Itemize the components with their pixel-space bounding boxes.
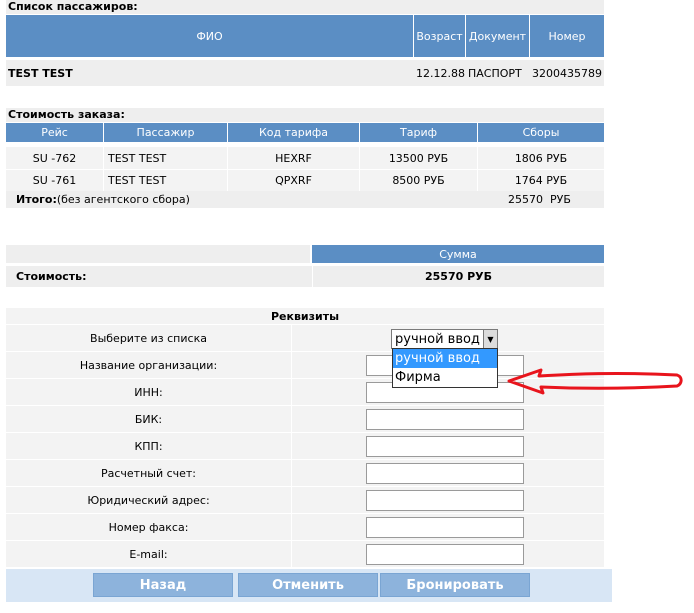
field-label: КПП: [6,433,292,459]
requisites-title: Реквизиты [6,308,604,325]
table-row: SU -762 TEST TEST HEXRF 13500 РУБ 1806 Р… [6,147,604,169]
field-label: E-mail: [6,541,292,567]
order-cost-title: Стоимость заказа: [6,108,604,122]
fees-value: 1806 РУБ [514,151,568,165]
field-row: КПП: [6,433,604,460]
email-input[interactable] [366,544,524,565]
total-note: (без агентского сбора) [56,193,190,206]
order-cost-header-row: Рейс Пассажир Код тарифа Тариф Сборы [6,123,604,142]
passenger-name: TEST TEST [8,66,73,80]
select-label: Выберите из списка [6,325,292,351]
col-fare-code: Код тарифа [228,123,360,142]
col-document: Документ [466,15,530,57]
passengers-header-row: ФИО Возраст Документ Номер [6,15,604,57]
flight-passenger: TEST TEST [104,147,228,169]
total-row: Итого: (без агентского сбора) 25570 РУБ [6,191,604,208]
back-button[interactable]: Назад [93,573,233,597]
kpp-input[interactable] [366,436,524,457]
dropdown-option-firm[interactable]: Фирма [393,368,497,387]
flight-passenger: TEST TEST [104,170,228,191]
flight-number: SU -761 [6,170,104,191]
field-row: Номер факса: [6,514,604,541]
select-value: ручной ввод [395,332,480,347]
field-label: ИНН: [6,379,292,405]
col-tariff: Тариф [360,123,478,142]
col-passenger: Пассажир [104,123,228,142]
fees-value: 1764 РУБ [514,174,568,187]
bik-input[interactable] [366,409,524,430]
cost-label: Стоимость: [16,270,87,283]
field-row: БИК: [6,406,604,433]
field-row: Юридический адрес: [6,487,604,514]
requisites-select[interactable]: ручной ввод ▼ [391,329,498,349]
field-label: Расчетный счет: [6,460,292,486]
chevron-down-icon[interactable]: ▼ [483,330,497,348]
flight-number: SU -762 [6,147,104,169]
legal-address-input[interactable] [366,490,524,511]
select-dropdown-list: ручной ввод Фирма [392,348,498,388]
dropdown-option-manual[interactable]: ручной ввод [393,349,497,368]
cancel-button[interactable]: Отменить [238,573,378,597]
summary-row: Стоимость: 25570 РУБ [6,266,604,287]
summary-header-row: Сумма [6,245,604,263]
fare-code: HEXRF [228,147,360,169]
fax-input[interactable] [366,517,524,538]
summary-header-blank [6,245,311,263]
field-label: Название организации: [6,352,292,378]
cost-value: 25570 РУБ [312,266,604,287]
table-row: TEST TEST 12.12.88 ПАСПОРТ 3200435789 [6,60,604,86]
field-label: БИК: [6,406,292,432]
select-row: Выберите из списка ручной ввод ▼ [6,325,604,352]
col-number: Номер [530,15,604,57]
red-arrow-annotation [507,368,683,395]
total-label-text: Итого: [16,193,57,206]
total-label: Итого: (без агентского сбора) [16,191,316,208]
col-flight: Рейс [6,123,104,142]
total-value: 25570 РУБ [508,193,571,206]
col-sum: Сумма [312,245,604,263]
tariff-value: 8500 РУБ [360,170,478,191]
col-fees: Сборы [478,123,604,142]
account-input[interactable] [366,463,524,484]
field-label: Юридический адрес: [6,487,292,513]
passenger-birth: 12.12.88 [416,66,465,80]
book-button[interactable]: Бронировать [380,573,530,597]
passenger-number: 3200435789 [532,66,602,80]
passengers-title: Список пассажиров: [6,0,604,14]
field-row: Расчетный счет: [6,460,604,487]
field-label: Номер факса: [6,514,292,540]
tariff-value: 13500 РУБ [360,147,478,169]
passenger-document: ПАСПОРТ [468,66,522,80]
col-age: Возраст [414,15,466,57]
table-row: SU -761 TEST TEST QPXRF 8500 РУБ 1764 РУ… [6,170,604,191]
col-fio: ФИО [6,15,414,57]
fare-code: QPXRF [228,170,360,191]
field-row: E-mail: [6,541,604,568]
